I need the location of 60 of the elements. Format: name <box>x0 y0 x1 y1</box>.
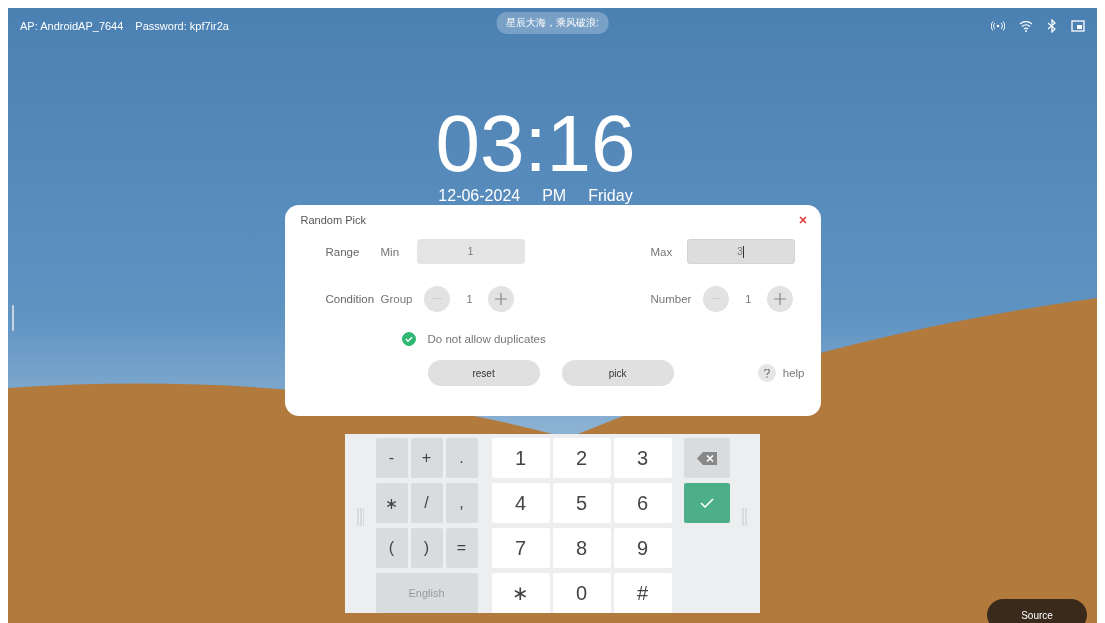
plus-icon <box>774 292 787 305</box>
digit-key[interactable]: 0 <box>552 573 611 613</box>
plus-icon <box>495 292 508 305</box>
plus-button[interactable] <box>767 285 794 312</box>
digit-key[interactable]: 4 <box>491 483 550 523</box>
clock-weekday: Friday <box>588 186 633 205</box>
hotspot-icon <box>991 21 1005 31</box>
dialog-button[interactable]: pick <box>561 360 674 386</box>
condition-label: Condition <box>324 292 376 305</box>
symbol-key[interactable]: / <box>410 483 443 523</box>
plus-button[interactable] <box>488 285 515 312</box>
checkbox-label: Do not allow duplicates <box>427 333 546 345</box>
digit-key[interactable]: ∗ <box>491 573 550 613</box>
digit-key[interactable]: 7 <box>491 528 550 568</box>
help-link[interactable]: help <box>757 364 805 382</box>
source-button[interactable]: Source <box>987 599 1087 623</box>
checkmark-icon <box>699 498 714 508</box>
bluetooth-icon <box>1047 19 1057 33</box>
dialog-title: Random Pick <box>300 214 366 226</box>
screen-cast-icon <box>1071 19 1085 33</box>
clock-date: 12-06-2024 <box>438 186 521 205</box>
digit-key[interactable]: 6 <box>613 483 672 523</box>
stepper-label: Group <box>380 292 413 305</box>
symbol-key[interactable]: ∗ <box>375 483 408 523</box>
input-field[interactable]: 3 <box>686 239 795 264</box>
stepper-value: 1 <box>465 292 474 305</box>
range-label: Range <box>324 245 361 258</box>
symbol-key[interactable]: ) <box>410 528 443 568</box>
digit-key[interactable]: 3 <box>613 438 672 478</box>
input-field[interactable]: 1 <box>416 239 525 264</box>
digit-key[interactable]: 8 <box>552 528 611 568</box>
digit-key[interactable]: 5 <box>552 483 611 523</box>
clock-time: 03:16 <box>435 104 636 184</box>
help-icon <box>757 364 776 382</box>
backspace-icon <box>696 451 717 465</box>
checkbox[interactable] <box>401 332 416 346</box>
symbol-key[interactable]: ( <box>375 528 408 568</box>
field-label: Min <box>380 245 401 258</box>
backspace-key[interactable] <box>683 438 730 478</box>
symbol-key[interactable]: = <box>445 528 478 568</box>
banner-text: 星辰大海，乘风破浪: <box>496 12 609 34</box>
digit-key[interactable]: 9 <box>613 528 672 568</box>
stepper-label: Number <box>650 292 692 305</box>
symbol-key[interactable]: - <box>375 438 408 478</box>
enter-key[interactable] <box>683 483 730 523</box>
symbol-key[interactable]: + <box>410 438 443 478</box>
clock-period: PM <box>542 186 567 205</box>
ap-password: Password: kpf7ir2a <box>135 20 229 32</box>
edge-handle[interactable] <box>12 305 14 331</box>
ap-name: AP: AndroidAP_7644 <box>20 20 124 32</box>
dialog-button[interactable]: reset <box>427 360 540 386</box>
symbol-key[interactable]: . <box>445 438 478 478</box>
digit-key[interactable]: # <box>613 573 672 613</box>
wifi-icon <box>1019 20 1033 32</box>
stepper-value: 1 <box>744 292 753 305</box>
field-label: Max <box>650 245 674 258</box>
digit-key[interactable]: 2 <box>552 438 611 478</box>
close-icon[interactable] <box>798 216 807 224</box>
digit-key[interactable]: 1 <box>491 438 550 478</box>
symbol-key[interactable]: , <box>445 483 478 523</box>
